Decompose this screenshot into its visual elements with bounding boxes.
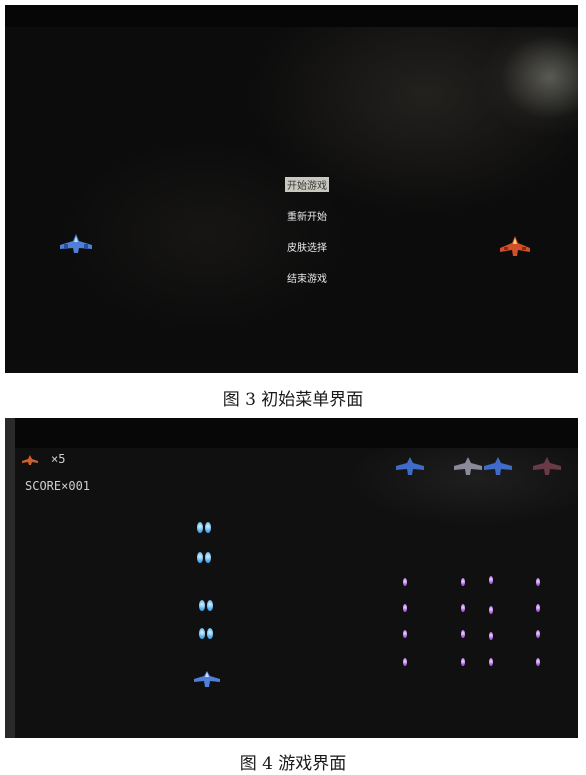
enemy-bullet	[403, 630, 407, 638]
monitor-edge	[5, 418, 15, 738]
player-bullet	[205, 552, 211, 563]
enemy-bullet	[461, 658, 465, 666]
enemy-bullet	[536, 578, 540, 586]
enemy-bullet	[461, 578, 465, 586]
lives-plane-icon	[22, 455, 38, 465]
score-display: SCORE×001	[25, 479, 91, 493]
player-bullet	[205, 522, 211, 533]
menu-item-exit-game[interactable]: 结束游戏	[287, 270, 327, 285]
player-plane-icon	[60, 234, 92, 253]
figure4-caption: 图 4 游戏界面	[239, 754, 347, 774]
enemy-bullet	[536, 630, 540, 638]
player-bullet	[199, 628, 205, 639]
player-bullet	[199, 600, 205, 611]
enemy-bullet	[489, 658, 493, 666]
player-plane-icon	[194, 671, 220, 687]
enemy-bullet	[489, 632, 493, 640]
enemy-plane-icon	[484, 457, 512, 475]
monitor-bezel	[5, 5, 578, 27]
enemy-bullet	[403, 604, 407, 612]
figure3-caption: 图 3 初始菜单界面	[222, 390, 364, 410]
enemy-bullet	[403, 578, 407, 586]
enemy-plane-icon	[533, 457, 561, 475]
enemy-bullet	[461, 604, 465, 612]
red-plane-icon	[500, 236, 530, 256]
enemy-bullet	[461, 630, 465, 638]
menu-item-skin-select[interactable]: 皮肤选择	[287, 239, 327, 254]
enemy-bullet	[489, 576, 493, 584]
enemy-bullet	[489, 606, 493, 614]
enemy-plane-icon	[454, 457, 482, 475]
menu-item-restart[interactable]: 重新开始	[287, 208, 327, 223]
enemy-bullet	[403, 658, 407, 666]
player-bullet	[207, 600, 213, 611]
menu-screenshot: 开始游戏 重新开始 皮肤选择 结束游戏	[5, 5, 578, 373]
player-bullet	[197, 552, 203, 563]
lives-count: ×5	[51, 452, 66, 466]
enemy-bullet	[536, 658, 540, 666]
player-bullet	[207, 628, 213, 639]
game-screenshot: ×5 SCORE×001	[5, 418, 578, 738]
player-bullet	[197, 522, 203, 533]
enemy-plane-icon	[396, 457, 424, 475]
menu-item-start-game[interactable]: 开始游戏	[285, 177, 329, 192]
monitor-bezel	[5, 418, 578, 448]
enemy-bullet	[536, 604, 540, 612]
